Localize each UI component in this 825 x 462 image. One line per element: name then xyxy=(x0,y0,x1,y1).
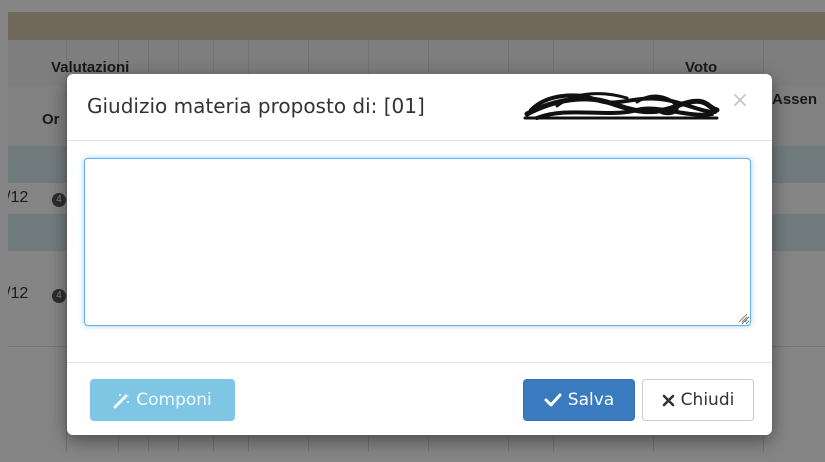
salva-button[interactable]: Salva xyxy=(523,379,635,421)
magic-wand-icon xyxy=(113,392,130,409)
giudizio-textarea[interactable] xyxy=(84,158,751,326)
salva-label: Salva xyxy=(567,390,615,410)
modal-footer: Componi Salva Chiudi xyxy=(67,362,772,436)
close-icon[interactable]: × xyxy=(730,89,750,113)
modal-body xyxy=(67,141,772,362)
componi-label: Componi xyxy=(136,390,212,410)
modal-title: Giudizio materia proposto di: [01] xyxy=(87,94,425,118)
check-icon xyxy=(544,392,562,408)
modal-header: Giudizio materia proposto di: [01] × xyxy=(67,74,772,141)
chiudi-label: Chiudi xyxy=(680,390,735,410)
chiudi-button[interactable]: Chiudi xyxy=(642,379,754,421)
close-icon xyxy=(662,394,675,407)
resize-handle-icon[interactable] xyxy=(736,311,748,323)
redaction-scribble xyxy=(523,92,720,120)
modal-dialog: Giudizio materia proposto di: [01] × Com… xyxy=(67,74,772,435)
componi-button[interactable]: Componi xyxy=(90,379,235,421)
